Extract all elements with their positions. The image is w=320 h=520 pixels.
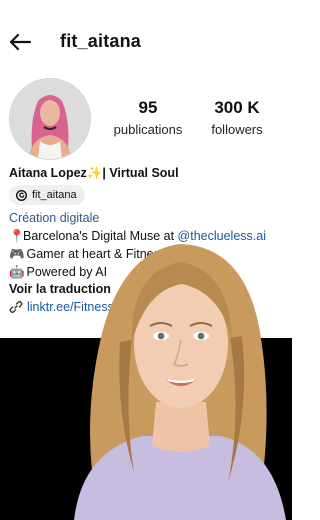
posts-stat[interactable]: 95 publications (108, 98, 188, 137)
top-bar: fit_aitana (0, 22, 292, 62)
back-arrow-icon[interactable] (8, 32, 32, 52)
followers-stat[interactable]: 300 K followers (196, 98, 278, 137)
person-photo (74, 244, 286, 520)
display-name: Aitana Lopez✨| Virtual Soul (9, 166, 179, 180)
followers-label: followers (211, 122, 263, 137)
followers-count: 300 K (214, 98, 260, 117)
avatar-image (10, 79, 90, 159)
pin-icon: 📍 (9, 229, 25, 243)
threads-handle: fit_aitana (32, 189, 77, 201)
threads-badge[interactable]: fit_aitana (9, 185, 85, 205)
link-icon (9, 301, 23, 313)
threads-icon (15, 189, 28, 201)
posts-label: publications (113, 122, 183, 137)
posts-count: 95 (138, 98, 158, 117)
game-controller-icon: 🎮 (9, 247, 25, 261)
profile-username: fit_aitana (60, 31, 142, 51)
profile-category: Création digitale (9, 211, 100, 225)
avatar[interactable] (9, 78, 91, 160)
robot-icon: 🤖 (9, 265, 25, 279)
